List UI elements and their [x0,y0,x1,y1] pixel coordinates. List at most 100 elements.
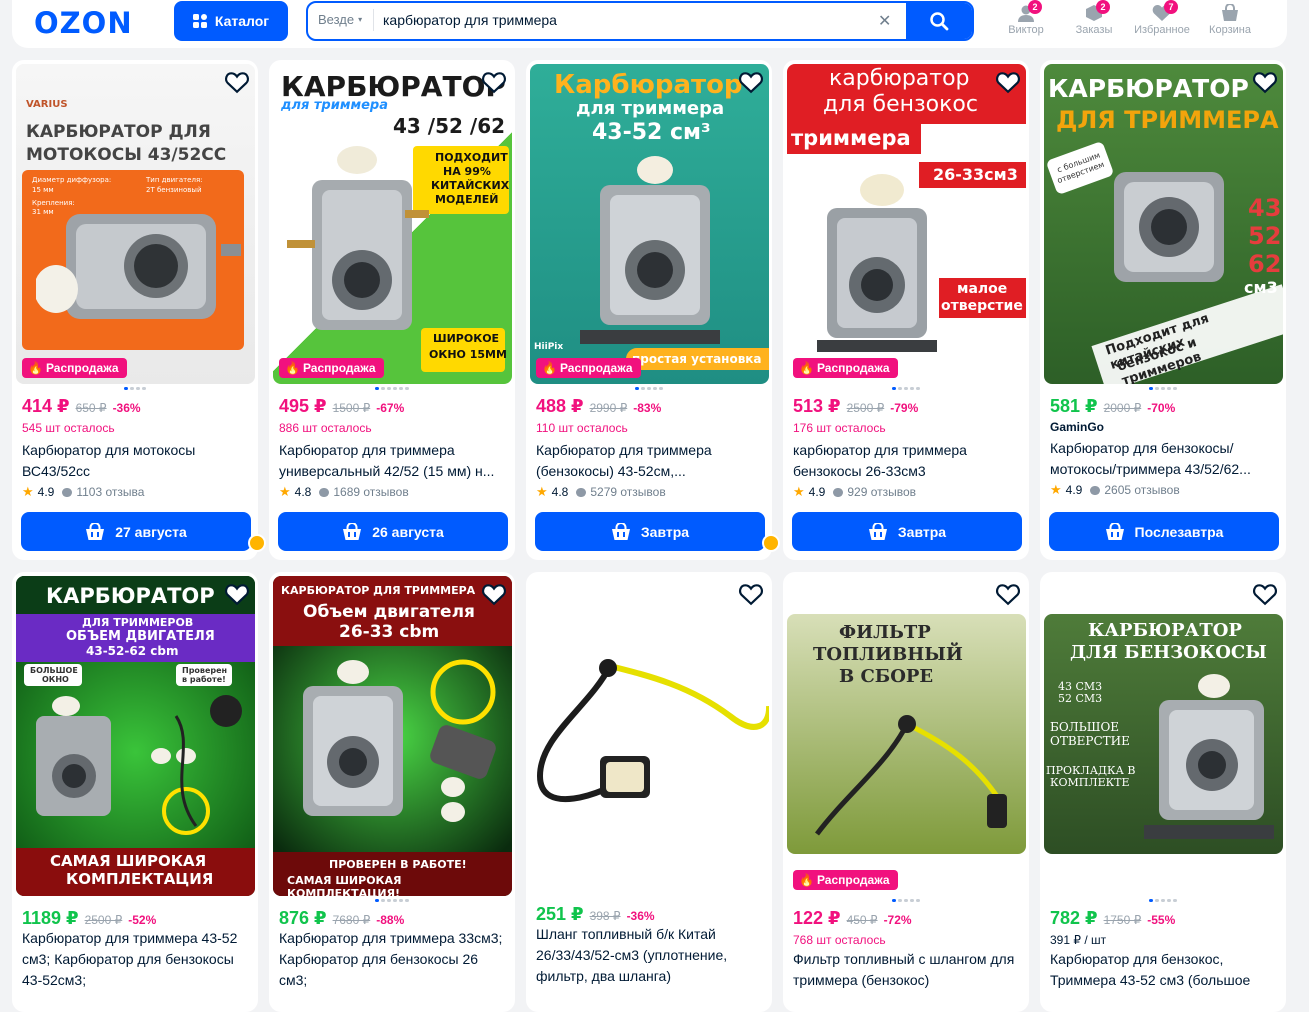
image-text: САМАЯ ШИРОКАЯ [50,852,207,870]
product-card[interactable]: Карбюратор для триммера 43-52 см³ HiiPix… [526,60,780,560]
favorite-heart-icon[interactable] [995,582,1021,606]
star-icon: ★ [22,484,34,499]
product-card[interactable]: КАРБЮРАТОР ДЛЯ ТРИММЕРА с большим отверс… [1040,60,1286,560]
product-image[interactable]: КАРБЮРАТОР ДЛЯ ТРИММЕРА Объем двигателя … [273,576,512,896]
carburetor-image [817,174,937,352]
image-text: КОМПЛЕКТАЦИЯ [66,870,214,888]
image-text: Тип двигателя: [146,176,203,184]
product-card[interactable]: VARIUS КАРБЮРАТОР ДЛЯ МОТОКОСЫ 43/52CC Д… [12,60,266,560]
product-image[interactable]: VARIUS КАРБЮРАТОР ДЛЯ МОТОКОСЫ 43/52CC Д… [16,64,255,384]
add-to-cart-button[interactable]: Завтра [535,512,765,551]
ozon-logo[interactable]: OZON [34,6,133,40]
add-to-cart-button[interactable]: 26 августа [278,512,508,551]
favorite-heart-icon[interactable] [1252,582,1278,606]
add-to-cart-button[interactable]: Завтра [792,512,1022,551]
image-text: 43 [1248,194,1282,222]
rating[interactable]: ★ 4.8 5279 отзывов [536,484,666,500]
product-card[interactable]: 251 ₽ 398 ₽ -36% Шланг топливный б/к Кит… [526,572,772,1012]
favorite-heart-icon[interactable] [224,582,250,606]
top-header: OZON Каталог Везде ▾ ✕ 2 Виктор 2 Заказы… [12,0,1287,48]
image-text: в работе! [182,675,226,684]
product-card[interactable]: КАРБЮРАТОР ДЛЯ ТРИММЕРА Объем двигателя … [269,572,515,1012]
image-carousel-dots[interactable] [1040,899,1286,902]
image-text: карбюратор [829,66,970,91]
product-card[interactable]: ФИЛЬТР ТОПЛИВНЫЙ В СБОРЕ 🔥 Распродажа 122… [783,572,1029,1012]
product-image[interactable] [530,576,769,896]
image-carousel-dots[interactable] [269,387,515,390]
price-row: 414 ₽ 650 ₽ -36% [22,396,141,417]
stock-remaining: 110 шт осталось [536,421,628,435]
product-title[interactable]: Карбюратор для триммера 33см3; Карбюрато… [279,928,507,991]
rating[interactable]: ★ 4.9 929 отзывов [793,484,916,500]
cart-icon [1222,3,1238,21]
favorite-heart-icon[interactable] [738,582,764,606]
favorite-heart-icon[interactable] [1252,70,1278,94]
product-card[interactable]: КАРБЮРАТОР для триммера 43 /52 /62 ПОДХО… [269,60,515,560]
image-text: для триммера [281,98,388,113]
carburetor-image [36,695,242,835]
add-to-cart-button[interactable]: 27 августа [21,512,251,551]
image-carousel-dots[interactable] [526,387,772,390]
nav-favorites[interactable]: 7 Избранное [1130,0,1194,36]
image-carousel-dots[interactable] [783,899,1029,902]
product-title[interactable]: Карбюратор для бензокосы/ мотокосы/тримм… [1050,438,1278,480]
product-image[interactable]: ФИЛЬТР ТОПЛИВНЫЙ В СБОРЕ [787,614,1026,854]
image-carousel-dots[interactable] [12,387,258,390]
image-text: Карбюратор [554,70,743,100]
product-title[interactable]: Карбюратор для триммера (бензокосы) 43-5… [536,440,764,482]
cart-icon [868,522,887,540]
image-text: HiiPix [534,342,564,352]
search-scope-select[interactable]: Везде ▾ [318,9,375,31]
product-card[interactable]: КАРБЮРАТОР ДЛЯ БЕНЗОКОСЫ 43 СМ3 52 СМ3 Б… [1040,572,1286,1012]
product-title[interactable]: Карбюратор для триммера универсальный 42… [279,440,507,482]
reviews-icon [62,487,73,497]
rating[interactable]: ★ 4.9 1103 отзыва [22,484,144,500]
clear-search-icon[interactable]: ✕ [878,11,891,31]
carburetor-image [1144,674,1274,839]
sale-badge: 🔥 Распродажа [536,358,641,378]
product-image[interactable]: карбюратор для бензокос триммера 26-33см… [787,64,1026,384]
product-card[interactable]: карбюратор для бензокос триммера 26-33см… [783,60,1029,560]
add-to-cart-button[interactable]: Послезавтра [1049,512,1279,551]
image-carousel-dots[interactable] [269,899,515,902]
reviews-count: 1689 отзывов [333,485,409,499]
carburetor-image [287,146,429,330]
image-carousel-dots[interactable] [1040,387,1286,390]
product-title[interactable]: Карбюратор для триммера 43-52 см3; Карбю… [22,928,250,991]
image-text: НА 99% [443,165,491,178]
old-price: 398 ₽ [589,909,621,923]
seller-name[interactable]: GaminGo [1050,420,1104,434]
product-image[interactable]: КАРБЮРАТОР для триммера 43 /52 /62 ПОДХО… [273,64,512,384]
nav-profile[interactable]: 2 Виктор [994,0,1058,36]
product-title[interactable]: Карбюратор для мотокосы ВС43/52сс [22,440,250,482]
price-row: 1189 ₽ 2500 ₽ -52% [22,908,156,929]
product-image[interactable]: КАРБЮРАТОР ДЛЯ ТРИММЕРА с большим отверс… [1044,64,1283,384]
price: 122 ₽ [793,908,841,928]
product-image[interactable]: КАРБЮРАТОР ДЛЯ БЕНЗОКОСЫ 43 СМ3 52 СМ3 Б… [1044,614,1283,854]
search-input[interactable] [383,12,863,28]
rating[interactable]: ★ 4.9 2605 отзывов [1050,482,1180,498]
favorite-heart-icon[interactable] [481,582,507,606]
search-button[interactable] [906,3,972,39]
delivery-date: 27 августа [115,523,187,540]
favorite-heart-icon[interactable] [738,70,764,94]
product-title[interactable]: Шланг топливный б/к Китай 26/33/43/52-см… [536,924,764,987]
nav-cart[interactable]: Корзина [1198,3,1262,36]
product-image[interactable]: КАРБЮРАТОР ДЛЯ ТРИММЕРОВ ОБЪЕМ ДВИГАТЕЛЯ… [16,576,255,896]
image-carousel-dots[interactable] [783,387,1029,390]
image-text: Проверен [182,666,228,675]
rating[interactable]: ★ 4.8 1689 отзывов [279,484,409,500]
product-card[interactable]: КАРБЮРАТОР ДЛЯ ТРИММЕРОВ ОБЪЕМ ДВИГАТЕЛЯ… [12,572,258,1012]
star-icon: ★ [536,484,548,499]
product-title[interactable]: карбюратор для триммера бензокосы 26-33с… [793,440,1021,482]
premium-icon [248,534,266,552]
favorite-heart-icon[interactable] [481,70,507,94]
favorite-heart-icon[interactable] [995,70,1021,94]
catalog-button[interactable]: Каталог [174,1,288,41]
price: 876 ₽ [279,908,327,928]
catalog-label: Каталог [214,13,270,29]
product-image[interactable]: Карбюратор для триммера 43-52 см³ HiiPix… [530,64,769,384]
image-text: ДЛЯ ТРИММЕРА [1056,106,1279,134]
nav-orders[interactable]: 2 Заказы [1062,0,1126,36]
favorite-heart-icon[interactable] [224,70,250,94]
